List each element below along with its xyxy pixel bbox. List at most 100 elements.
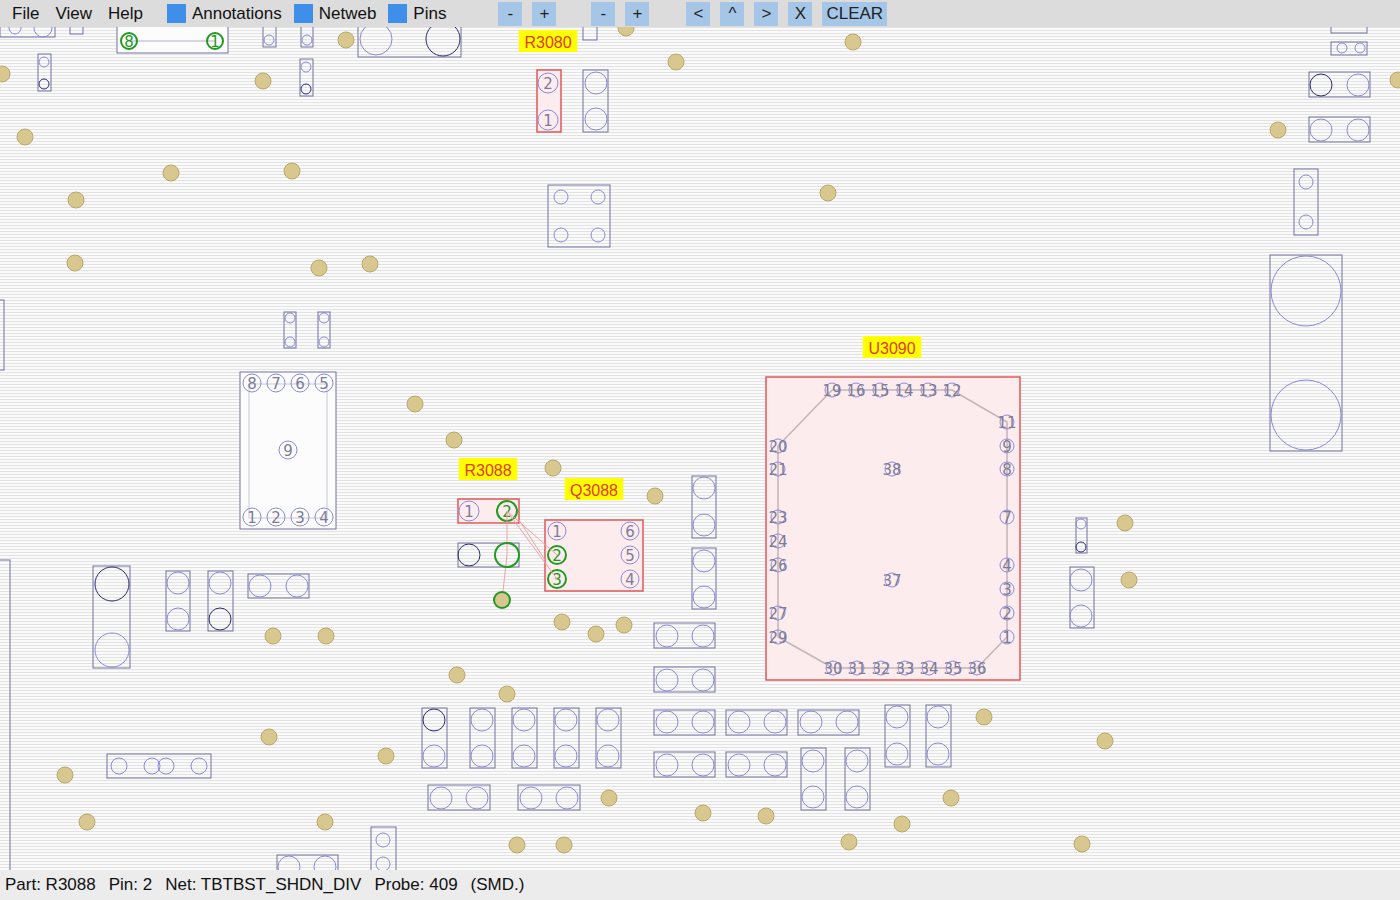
checkbox[interactable]	[167, 4, 186, 23]
pin[interactable]: 3	[1000, 581, 1014, 599]
component[interactable]	[692, 548, 716, 609]
pin[interactable]: 4	[1000, 557, 1014, 575]
component[interactable]	[358, 27, 461, 57]
component[interactable]	[371, 827, 396, 870]
pin[interactable]: 4	[315, 508, 333, 527]
pin[interactable]: 9	[1000, 438, 1014, 456]
checkbox[interactable]	[294, 4, 313, 23]
pin[interactable]: 6	[621, 522, 639, 541]
component[interactable]	[798, 710, 859, 735]
pin[interactable]: 6	[291, 374, 309, 393]
component[interactable]	[263, 27, 276, 47]
pin[interactable]: 29	[768, 629, 787, 647]
checkbox[interactable]	[388, 4, 407, 23]
component[interactable]	[301, 27, 313, 47]
pin[interactable]: 8	[243, 374, 261, 393]
component[interactable]: 81	[117, 27, 228, 53]
component[interactable]	[0, 27, 55, 37]
pin[interactable]: 26	[768, 557, 787, 575]
component[interactable]	[1294, 169, 1318, 235]
component[interactable]	[38, 54, 51, 91]
toolbar-button[interactable]: X	[788, 2, 812, 26]
component[interactable]	[1331, 42, 1367, 55]
component[interactable]	[518, 785, 580, 810]
toolbar-button[interactable]: -	[591, 2, 615, 26]
pin[interactable]: 21	[768, 461, 787, 479]
toolbar-button[interactable]: <	[686, 2, 710, 26]
component[interactable]	[654, 623, 715, 648]
pin[interactable]: 19	[822, 382, 841, 400]
component[interactable]	[548, 185, 610, 247]
component[interactable]	[845, 748, 870, 810]
component[interactable]	[654, 667, 715, 692]
pin[interactable]: 1	[1000, 629, 1014, 647]
pin[interactable]: 14	[894, 382, 913, 400]
component[interactable]	[654, 710, 715, 735]
pin[interactable]: 15	[870, 382, 889, 400]
pin[interactable]: 3	[291, 508, 309, 527]
component[interactable]	[93, 566, 130, 668]
toolbar-button[interactable]: CLEAR	[822, 2, 887, 26]
pin[interactable]: 7	[267, 374, 285, 393]
component[interactable]	[512, 708, 537, 768]
pin[interactable]: 9	[279, 441, 297, 460]
component[interactable]	[1309, 72, 1370, 97]
component[interactable]: 8765 9 1234	[240, 372, 336, 529]
pin[interactable]: 1	[243, 508, 261, 527]
pin[interactable]: 30	[823, 660, 842, 678]
toolbar-button[interactable]: >	[754, 2, 778, 26]
pin[interactable]: 13	[918, 382, 937, 400]
board-drawing[interactable]: 8187659123421121234561234789111213141516…	[0, 27, 1400, 870]
component[interactable]	[248, 574, 309, 598]
component[interactable]	[583, 27, 597, 40]
component[interactable]	[70, 27, 83, 34]
menu-item[interactable]: File	[4, 4, 47, 24]
pin[interactable]: 5	[315, 374, 333, 393]
component[interactable]	[885, 705, 910, 767]
menu-item[interactable]: Help	[100, 4, 151, 24]
component[interactable]	[692, 476, 716, 538]
toggle[interactable]: Netweb	[294, 4, 377, 24]
component[interactable]	[300, 59, 313, 96]
toolbar-button[interactable]: ^	[720, 2, 744, 26]
toolbar-button[interactable]: -	[498, 2, 522, 26]
pin[interactable]: 38	[882, 461, 901, 479]
menu-item[interactable]: View	[47, 4, 100, 24]
component[interactable]	[1309, 117, 1370, 142]
pin[interactable]: 37	[882, 572, 901, 590]
component[interactable]	[107, 754, 211, 778]
component[interactable]	[1331, 27, 1367, 33]
component[interactable]	[726, 752, 787, 777]
pin[interactable]: 1	[538, 110, 558, 130]
pin[interactable]: 12	[942, 382, 961, 400]
component[interactable]	[166, 571, 190, 631]
pin[interactable]: 33	[895, 660, 914, 678]
pin[interactable]: 31	[847, 660, 866, 678]
component[interactable]	[318, 312, 330, 348]
pin[interactable]: 4	[621, 570, 639, 589]
component[interactable]	[0, 300, 4, 370]
component[interactable]	[926, 705, 951, 767]
part[interactable]: 1234789111213141516192021232426272930313…	[766, 377, 1020, 680]
pin[interactable]: 36	[967, 660, 986, 678]
pin[interactable]: 1	[207, 33, 223, 51]
pin[interactable]: 7	[1000, 509, 1014, 527]
pin[interactable]: 34	[919, 660, 938, 678]
pin[interactable]: 2	[267, 508, 285, 527]
toggle[interactable]: Annotations	[167, 4, 282, 24]
component[interactable]	[422, 708, 447, 768]
pin[interactable]: 1	[548, 522, 566, 541]
pin[interactable]: 35	[943, 660, 962, 678]
component[interactable]	[277, 855, 338, 870]
component[interactable]	[596, 708, 621, 768]
pin[interactable]: 23	[768, 509, 787, 527]
component[interactable]	[1076, 518, 1087, 553]
pin[interactable]: 8	[121, 33, 137, 51]
pin[interactable]: 32	[871, 660, 890, 678]
pin[interactable]: 11	[997, 414, 1016, 432]
component[interactable]	[654, 752, 715, 777]
component[interactable]	[458, 543, 519, 567]
component[interactable]	[0, 560, 10, 870]
part[interactable]: 123456	[545, 520, 643, 591]
pin[interactable]: 8	[1000, 461, 1014, 479]
